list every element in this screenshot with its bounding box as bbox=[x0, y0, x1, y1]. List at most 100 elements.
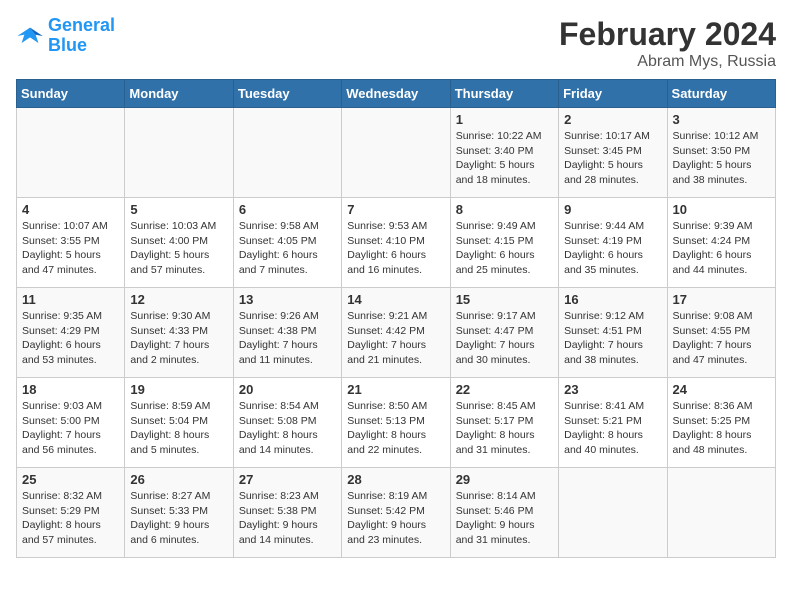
day-number: 16 bbox=[564, 292, 661, 307]
cell-text: Sunrise: 9:30 AM Sunset: 4:33 PM Dayligh… bbox=[130, 309, 227, 368]
calendar-cell: 22 Sunrise: 8:45 AM Sunset: 5:17 PM Dayli… bbox=[450, 378, 558, 468]
day-number: 27 bbox=[239, 472, 336, 487]
weekday-header-wednesday: Wednesday bbox=[342, 80, 450, 108]
day-number: 12 bbox=[130, 292, 227, 307]
day-number: 21 bbox=[347, 382, 444, 397]
calendar-cell: 5 Sunrise: 10:03 AM Sunset: 4:00 PM Dayli… bbox=[125, 198, 233, 288]
calendar-cell: 29 Sunrise: 8:14 AM Sunset: 5:46 PM Dayli… bbox=[450, 468, 558, 558]
calendar-cell: 25 Sunrise: 8:32 AM Sunset: 5:29 PM Dayli… bbox=[17, 468, 125, 558]
calendar-cell: 19 Sunrise: 8:59 AM Sunset: 5:04 PM Dayli… bbox=[125, 378, 233, 468]
cell-text: Sunrise: 10:03 AM Sunset: 4:00 PM Daylig… bbox=[130, 219, 227, 278]
calendar-cell: 12 Sunrise: 9:30 AM Sunset: 4:33 PM Dayli… bbox=[125, 288, 233, 378]
day-number: 14 bbox=[347, 292, 444, 307]
calendar-week-5: 25 Sunrise: 8:32 AM Sunset: 5:29 PM Dayli… bbox=[17, 468, 776, 558]
cell-text: Sunrise: 8:54 AM Sunset: 5:08 PM Dayligh… bbox=[239, 399, 336, 458]
day-number: 13 bbox=[239, 292, 336, 307]
calendar-cell: 2 Sunrise: 10:17 AM Sunset: 3:45 PM Dayli… bbox=[559, 108, 667, 198]
calendar-cell: 8 Sunrise: 9:49 AM Sunset: 4:15 PM Daylig… bbox=[450, 198, 558, 288]
cell-text: Sunrise: 9:39 AM Sunset: 4:24 PM Dayligh… bbox=[673, 219, 770, 278]
cell-text: Sunrise: 8:32 AM Sunset: 5:29 PM Dayligh… bbox=[22, 489, 119, 548]
calendar-header: SundayMondayTuesdayWednesdayThursdayFrid… bbox=[17, 80, 776, 108]
cell-text: Sunrise: 8:59 AM Sunset: 5:04 PM Dayligh… bbox=[130, 399, 227, 458]
calendar-cell: 7 Sunrise: 9:53 AM Sunset: 4:10 PM Daylig… bbox=[342, 198, 450, 288]
calendar-cell: 1Sunrise: 10:22 AM Sunset: 3:40 PM Dayli… bbox=[450, 108, 558, 198]
calendar-cell: 26 Sunrise: 8:27 AM Sunset: 5:33 PM Dayli… bbox=[125, 468, 233, 558]
calendar-cell: 20 Sunrise: 8:54 AM Sunset: 5:08 PM Dayli… bbox=[233, 378, 341, 468]
day-number: 9 bbox=[564, 202, 661, 217]
page-subtitle: Abram Mys, Russia bbox=[559, 53, 776, 71]
cell-text: Sunrise: 10:07 AM Sunset: 3:55 PM Daylig… bbox=[22, 219, 119, 278]
page-title: February 2024 bbox=[559, 16, 776, 53]
day-number: 5 bbox=[130, 202, 227, 217]
cell-text: Sunrise: 9:17 AM Sunset: 4:47 PM Dayligh… bbox=[456, 309, 553, 368]
cell-text: Sunrise: 8:19 AM Sunset: 5:42 PM Dayligh… bbox=[347, 489, 444, 548]
weekday-header-tuesday: Tuesday bbox=[233, 80, 341, 108]
weekday-header-thursday: Thursday bbox=[450, 80, 558, 108]
day-number: 15 bbox=[456, 292, 553, 307]
calendar-week-4: 18 Sunrise: 9:03 AM Sunset: 5:00 PM Dayli… bbox=[17, 378, 776, 468]
calendar-cell: 9 Sunrise: 9:44 AM Sunset: 4:19 PM Daylig… bbox=[559, 198, 667, 288]
calendar-week-3: 11 Sunrise: 9:35 AM Sunset: 4:29 PM Dayli… bbox=[17, 288, 776, 378]
cell-text: Sunrise: 8:27 AM Sunset: 5:33 PM Dayligh… bbox=[130, 489, 227, 548]
title-block: February 2024 Abram Mys, Russia bbox=[559, 16, 776, 71]
cell-text: Sunrise: 9:35 AM Sunset: 4:29 PM Dayligh… bbox=[22, 309, 119, 368]
cell-text: Sunrise: 9:44 AM Sunset: 4:19 PM Dayligh… bbox=[564, 219, 661, 278]
logo-bird-icon bbox=[16, 22, 44, 50]
day-number: 18 bbox=[22, 382, 119, 397]
day-number: 25 bbox=[22, 472, 119, 487]
cell-text: Sunrise: 8:50 AM Sunset: 5:13 PM Dayligh… bbox=[347, 399, 444, 458]
cell-text: Sunrise: 8:23 AM Sunset: 5:38 PM Dayligh… bbox=[239, 489, 336, 548]
calendar-cell bbox=[342, 108, 450, 198]
day-number: 28 bbox=[347, 472, 444, 487]
day-number: 6 bbox=[239, 202, 336, 217]
day-number: 23 bbox=[564, 382, 661, 397]
day-number: 17 bbox=[673, 292, 770, 307]
cell-text: Sunrise: 8:45 AM Sunset: 5:17 PM Dayligh… bbox=[456, 399, 553, 458]
calendar-cell: 27 Sunrise: 8:23 AM Sunset: 5:38 PM Dayli… bbox=[233, 468, 341, 558]
cell-text: Sunrise: 9:53 AM Sunset: 4:10 PM Dayligh… bbox=[347, 219, 444, 278]
cell-text: Sunrise: 9:21 AM Sunset: 4:42 PM Dayligh… bbox=[347, 309, 444, 368]
day-number: 2 bbox=[564, 112, 661, 127]
day-number: 7 bbox=[347, 202, 444, 217]
calendar-cell: 23 Sunrise: 8:41 AM Sunset: 5:21 PM Dayli… bbox=[559, 378, 667, 468]
cell-text: Sunrise: 9:08 AM Sunset: 4:55 PM Dayligh… bbox=[673, 309, 770, 368]
calendar-cell bbox=[559, 468, 667, 558]
calendar-cell: 16 Sunrise: 9:12 AM Sunset: 4:51 PM Dayli… bbox=[559, 288, 667, 378]
calendar-cell bbox=[17, 108, 125, 198]
cell-text: Sunrise: 10:17 AM Sunset: 3:45 PM Daylig… bbox=[564, 129, 661, 188]
day-number: 20 bbox=[239, 382, 336, 397]
logo-text: General Blue bbox=[48, 16, 115, 56]
day-number: 26 bbox=[130, 472, 227, 487]
calendar-cell: 15 Sunrise: 9:17 AM Sunset: 4:47 PM Dayli… bbox=[450, 288, 558, 378]
logo: General Blue bbox=[16, 16, 115, 56]
calendar-cell: 21 Sunrise: 8:50 AM Sunset: 5:13 PM Dayli… bbox=[342, 378, 450, 468]
calendar-cell: 4Sunrise: 10:07 AM Sunset: 3:55 PM Dayli… bbox=[17, 198, 125, 288]
calendar-cell bbox=[125, 108, 233, 198]
cell-text: Sunrise: 8:41 AM Sunset: 5:21 PM Dayligh… bbox=[564, 399, 661, 458]
day-number: 11 bbox=[22, 292, 119, 307]
calendar-table: SundayMondayTuesdayWednesdayThursdayFrid… bbox=[16, 79, 776, 558]
day-number: 3 bbox=[673, 112, 770, 127]
calendar-cell bbox=[667, 468, 775, 558]
day-number: 1 bbox=[456, 112, 553, 127]
calendar-cell: 11 Sunrise: 9:35 AM Sunset: 4:29 PM Dayli… bbox=[17, 288, 125, 378]
calendar-week-1: 1Sunrise: 10:22 AM Sunset: 3:40 PM Dayli… bbox=[17, 108, 776, 198]
cell-text: Sunrise: 9:12 AM Sunset: 4:51 PM Dayligh… bbox=[564, 309, 661, 368]
calendar-cell: 6Sunrise: 9:58 AM Sunset: 4:05 PM Daylig… bbox=[233, 198, 341, 288]
cell-text: Sunrise: 8:14 AM Sunset: 5:46 PM Dayligh… bbox=[456, 489, 553, 548]
day-number: 22 bbox=[456, 382, 553, 397]
weekday-header-saturday: Saturday bbox=[667, 80, 775, 108]
day-number: 24 bbox=[673, 382, 770, 397]
calendar-cell: 3 Sunrise: 10:12 AM Sunset: 3:50 PM Dayli… bbox=[667, 108, 775, 198]
cell-text: Sunrise: 9:03 AM Sunset: 5:00 PM Dayligh… bbox=[22, 399, 119, 458]
day-number: 8 bbox=[456, 202, 553, 217]
day-number: 29 bbox=[456, 472, 553, 487]
cell-text: Sunrise: 9:49 AM Sunset: 4:15 PM Dayligh… bbox=[456, 219, 553, 278]
calendar-cell: 10 Sunrise: 9:39 AM Sunset: 4:24 PM Dayli… bbox=[667, 198, 775, 288]
weekday-header-monday: Monday bbox=[125, 80, 233, 108]
day-number: 10 bbox=[673, 202, 770, 217]
weekday-header-friday: Friday bbox=[559, 80, 667, 108]
cell-text: Sunrise: 10:12 AM Sunset: 3:50 PM Daylig… bbox=[673, 129, 770, 188]
calendar-cell: 17 Sunrise: 9:08 AM Sunset: 4:55 PM Dayli… bbox=[667, 288, 775, 378]
day-number: 19 bbox=[130, 382, 227, 397]
